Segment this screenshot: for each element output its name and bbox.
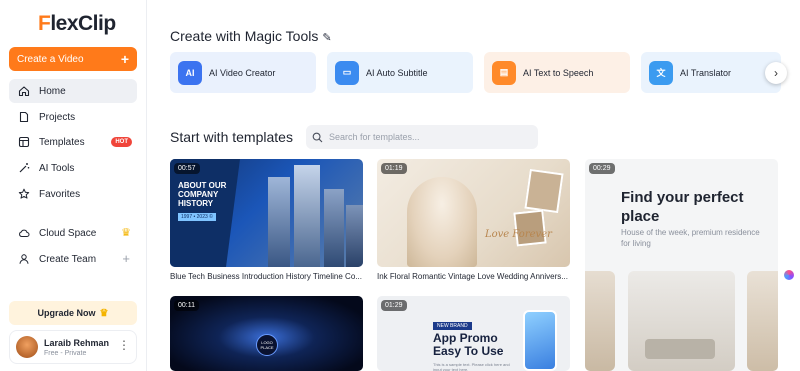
ai-video-creator-icon: AI [178,60,202,85]
sidebar-item-label: Create Team [39,253,97,265]
duration-badge: 00:11 [174,300,199,311]
sidebar-item-label: Projects [39,111,76,123]
logo-placeholder: LOGO PLACE [256,334,278,356]
sidebar-item-label: AI Tools [39,162,75,174]
magic-wand-icon: ✎ [322,32,332,44]
layout-icon [17,135,31,149]
template-title[interactable]: Blue Tech Business Introduction History … [170,272,363,281]
add-team-icon[interactable]: + [122,251,130,266]
tool-ai-translator[interactable]: 文 AI Translator [641,52,781,93]
magic-tools-heading: Create with Magic Tools ✎ [170,28,332,44]
tool-ai-auto-subtitle[interactable]: ▭ AI Auto Subtitle [327,52,473,93]
user-card[interactable]: Laraib Rehman Free - Private ⋮ [9,330,137,364]
create-video-label: Create a Video [17,53,84,65]
search-icon [312,132,323,143]
brand-tag: NEW BRAND [433,322,472,330]
hot-badge: HOT [111,137,132,147]
duration-badge: 00:29 [589,163,615,174]
subtitle-icon: ▭ [335,60,359,85]
sidebar-item-label: Favorites [39,188,81,200]
sidebar-item-label: Templates [39,136,85,148]
user-name: Laraib Rehman [44,337,110,348]
sidebar: FlexClip Create a Video + Home Projects … [0,0,147,371]
sidebar-item-projects[interactable]: Projects [9,105,137,129]
main-content: Create with Magic Tools ✎ AI AI Video Cre… [148,0,800,371]
building-image [294,165,320,267]
couple-image [407,177,477,267]
template-card-real-estate[interactable]: Find your perfect place House of the wee… [585,159,778,371]
tool-ai-video-creator[interactable]: AI AI Video Creator [170,52,316,93]
phone-image [523,310,557,371]
photo-frame [524,168,564,214]
flexclip-app: FlexClip Create a Video + Home Projects … [0,0,800,371]
user-plan: Free - Private [44,349,87,357]
sidebar-item-ai-tools[interactable]: AI Tools [9,156,137,180]
create-video-button[interactable]: Create a Video + [9,47,137,71]
sidebar-item-favorites[interactable]: Favorites [9,182,137,206]
tool-ai-text-to-speech[interactable]: ▤ AI Text to Speech [484,52,630,93]
translate-icon: 文 [649,60,673,85]
flexclip-logo[interactable]: FlexClip [38,12,116,36]
photo-frame [513,209,547,247]
file-icon [17,110,31,124]
sofa-image [645,339,715,359]
sidebar-item-templates[interactable]: Templates HOT [9,130,137,154]
sidebar-item-cloud-space[interactable]: Cloud Space ♛ [9,221,137,245]
chevron-right-icon: › [774,66,778,80]
card-headline: App Promo Easy To Use [433,331,504,358]
card-subtext: House of the week, premium residence for… [621,228,760,248]
sidebar-item-label: Home [39,85,66,97]
more-options-icon[interactable]: ⋮ [118,339,130,351]
tool-label: AI Text to Speech [523,67,594,78]
building-image [346,205,363,267]
card-overlay-text: Love Forever [485,229,552,240]
home-icon [17,84,31,98]
duration-badge: 00:57 [174,163,200,174]
magic-wand-icon [17,161,31,175]
card-headline: Find your perfect place [621,189,744,225]
duration-badge: 01:29 [381,300,407,311]
card-overlay-text: ABOUT OUR COMPANY HISTORY [178,181,227,208]
star-icon [17,187,31,201]
template-card-app-promo[interactable]: NEW BRAND App Promo Easy To Use This is … [377,296,570,371]
next-arrow-button[interactable]: › [765,62,787,84]
sidebar-item-create-team[interactable]: Create Team + [9,247,137,271]
tool-label: AI Video Creator [209,67,276,78]
building-image [324,189,344,267]
sidebar-item-home[interactable]: Home [9,79,137,103]
upgrade-button[interactable]: Upgrade Now ♛ [9,301,137,325]
avatar [16,336,38,358]
room-photo [747,271,778,371]
user-info: Laraib Rehman Free - Private [44,338,109,357]
template-search[interactable] [306,125,538,149]
crown-icon: ♛ [121,227,131,239]
cloud-icon [17,226,31,240]
template-card-blue-tech[interactable]: ABOUT OUR COMPANY HISTORY 1997 • 2023 © … [170,159,363,267]
sidebar-item-label: Cloud Space [39,227,97,239]
template-card-wedding[interactable]: Love Forever 01:19 [377,159,570,267]
building-image [268,177,290,267]
duration-badge: 01:19 [381,163,407,174]
card-tag: 1997 • 2023 © [178,213,216,221]
upgrade-label: Upgrade Now [37,308,96,318]
templates-heading: Start with templates [170,129,293,145]
template-title[interactable]: Ink Floral Romantic Vintage Love Wedding… [377,272,570,281]
crown-icon: ♛ [99,307,109,319]
card-subtext: This is a sample text. Please click here… [433,362,510,371]
search-input[interactable] [329,132,529,142]
tool-label: AI Translator [680,67,732,78]
template-card-logo[interactable]: LOGO PLACE 00:11 [170,296,363,371]
user-icon [17,252,31,266]
room-photo [585,271,615,371]
assistant-icon[interactable] [784,270,794,280]
speech-icon: ▤ [492,60,516,85]
plus-icon: + [120,51,129,67]
tool-label: AI Auto Subtitle [366,67,428,78]
